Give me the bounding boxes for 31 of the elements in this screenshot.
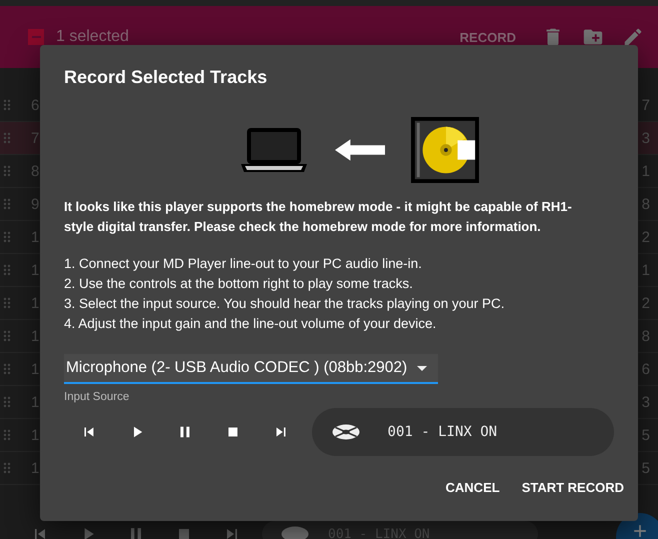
- input-source-select[interactable]: Microphone (2- USB Audio CODEC ) (08bb:2902): [64, 354, 438, 384]
- checkbox[interactable]: [28, 29, 44, 45]
- pencil-icon[interactable]: [622, 26, 644, 48]
- instruction-step: 3. Select the input source. You should hear the tracks playing on your PC.: [64, 294, 614, 314]
- left-arrow-icon: [335, 139, 385, 161]
- cancel-button[interactable]: CANCEL: [446, 480, 500, 495]
- selection-count: 1 selected: [56, 28, 129, 46]
- drag-handle-icon[interactable]: [3, 198, 11, 210]
- drag-handle-icon[interactable]: [3, 396, 11, 408]
- drag-handle-icon[interactable]: [3, 165, 11, 177]
- drag-handle-icon[interactable]: [3, 297, 11, 309]
- drag-handle-icon[interactable]: [3, 264, 11, 276]
- drag-handle-icon[interactable]: [3, 99, 11, 111]
- instruction-step: 4. Adjust the input gain and the line-out volume of your device.: [64, 314, 614, 334]
- caret-icon: [417, 366, 428, 370]
- minidisc-player-icon: [411, 117, 479, 183]
- drag-handle-icon[interactable]: [3, 132, 11, 144]
- laptop-icon: [239, 126, 309, 174]
- disc-icon: [330, 423, 362, 441]
- dialog-title: Record Selected Tracks: [64, 67, 268, 88]
- drag-handle-icon[interactable]: [3, 363, 11, 375]
- instruction-step: 2. Use the controls at the bottom right to play some tracks.: [64, 274, 614, 294]
- homebrew-notice: It looks like this player supports the homebrew mode - it might be capable of RH1-style digital transfer. Please check the homebrew mode for more information.: [64, 198, 573, 236]
- track-title: 001 - LINX ON: [388, 424, 498, 440]
- drag-handle-icon[interactable]: [3, 462, 11, 474]
- instruction-step: 1. Connect your MD Player line-out to your PC audio line-in.: [64, 254, 614, 274]
- drag-handle-icon[interactable]: [3, 231, 11, 243]
- start-record-button[interactable]: START RECORD: [522, 480, 624, 495]
- input-source-label: Input Source: [64, 391, 130, 403]
- drag-handle-icon[interactable]: [3, 330, 11, 342]
- drag-handle-icon[interactable]: [3, 429, 11, 441]
